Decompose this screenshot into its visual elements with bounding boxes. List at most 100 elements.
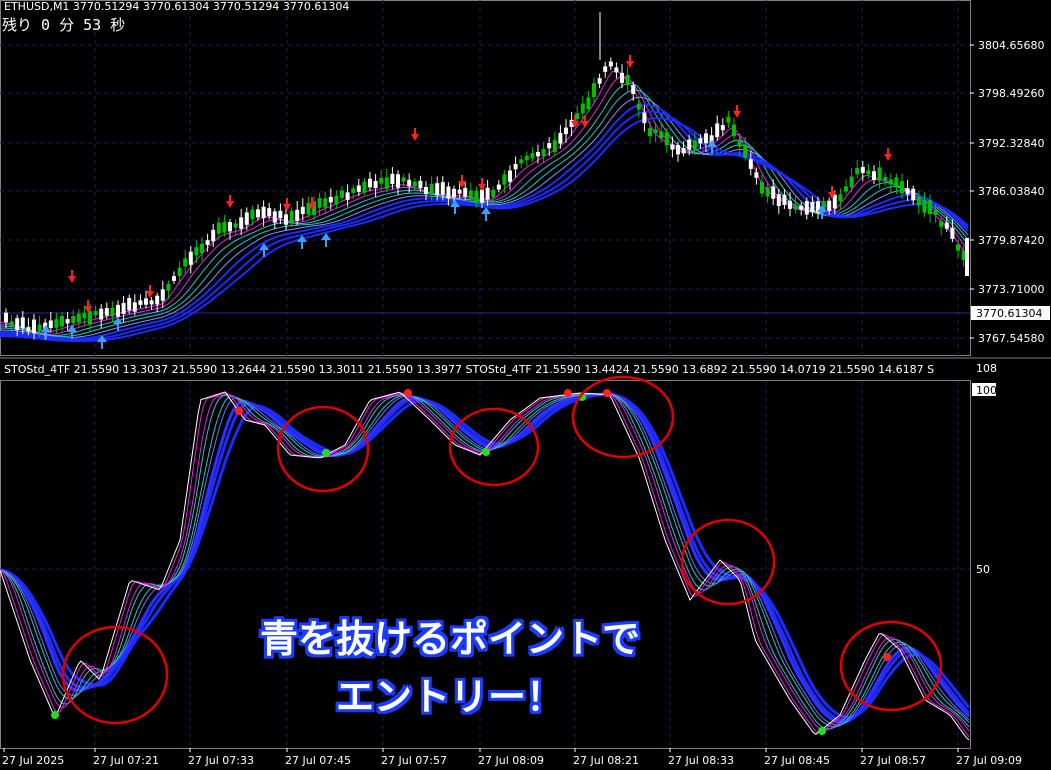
candle-body [172,276,176,281]
candle-body [905,188,910,195]
candle-body [284,214,288,225]
candle-body [93,310,98,316]
price-label: 3798.49260 [978,87,1044,100]
candle-body [586,97,591,109]
candle-body [278,210,283,219]
candle-body [564,127,568,135]
signal-dot [322,449,330,457]
candle-body [877,167,882,181]
indicator-axis-50: 50 [976,563,990,576]
candle-body [368,178,372,188]
candle-body [631,85,636,95]
candle-body [71,316,76,324]
candle-body [15,318,20,331]
candle-body [396,174,400,188]
candle-body [765,187,770,197]
candle-body [928,200,932,215]
candle-body [965,238,969,276]
candle-body [687,139,692,150]
price-label: 3767.54580 [978,332,1044,345]
candle-body [911,188,916,201]
candle-body [720,125,725,131]
current-price-label: 3770.61304 [976,307,1042,320]
candle-body [771,186,776,199]
candle-body [793,205,798,210]
candle-body [659,131,664,139]
candle-body [748,159,753,170]
signal-dot [603,389,611,397]
candle-body [194,247,199,256]
sell-arrow-icon [68,276,76,283]
candle-body [480,189,484,203]
signal-dot [482,448,490,456]
sell-arrow-icon [146,291,154,298]
candle-body [155,295,160,305]
candle-body [340,190,344,198]
candle-body [104,308,109,316]
candle-body [636,103,641,110]
candle-body [513,163,518,170]
candle-body [76,313,81,323]
candle-body [726,116,731,123]
highlight-circle [680,518,776,606]
candle-body [351,188,356,193]
candle-body [334,195,339,205]
candle-body [519,159,524,164]
candle-body [65,318,70,324]
candle-body [838,194,843,202]
candle-body [872,171,876,180]
signal-dot [404,389,412,397]
candle-body [530,153,535,159]
candle-body [737,140,742,147]
candle-body [468,190,473,199]
candle-body [642,112,647,124]
candle-body [121,302,126,315]
candle-body [463,187,468,197]
annotation-caption: 青を抜けるポイントで エントリー！ [200,610,700,726]
candle-body [20,317,25,329]
candle-body [149,300,154,305]
candle-body [849,176,854,188]
candle-body [496,184,501,190]
candle-body [261,206,266,219]
chart-window[interactable]: 3804.65680 3798.49260 3792.32840 3786.03840… [0,0,1051,770]
candle-body [295,209,300,222]
symbol-header: ETHUSD,M1 3770.51294 3770.61304 3770.512… [4,0,350,13]
candle-body [541,149,546,157]
candle-body [625,74,630,86]
candle-body [160,289,165,301]
candle-body [88,311,92,325]
candle-body [328,196,333,203]
candle-body [418,180,423,189]
sell-arrow-icon [411,134,419,141]
candle-body [216,222,221,234]
signal-dot [564,389,572,397]
candle-body [474,190,479,203]
candle-body [356,185,361,192]
indicator-axis-100: 100 [976,384,997,397]
candle-body [614,67,619,73]
candle-body [440,182,445,195]
sell-arrow-icon [733,111,741,118]
candle-body [799,205,804,210]
candle-body [424,187,428,195]
candle-body [670,144,675,150]
sell-arrow-icon [884,154,892,161]
candle-body [127,298,132,311]
ma-line [0,110,969,341]
candle-body [782,194,787,205]
candle-body [580,103,585,114]
candle-body [804,201,809,215]
candle-body [603,66,608,72]
candle-body [362,181,367,193]
candle-body [177,267,182,277]
time-label: 27 Jul 07:33 [188,754,254,767]
candle-body [244,212,249,225]
candle-body [832,194,837,209]
time-label: 27 Jul 08:21 [573,754,639,767]
candle-body [743,144,748,158]
candle-body [592,83,596,98]
time-label: 27 Jul 09:09 [956,754,1022,767]
price-label: 3773.71000 [978,283,1044,296]
candle-body [933,210,938,216]
